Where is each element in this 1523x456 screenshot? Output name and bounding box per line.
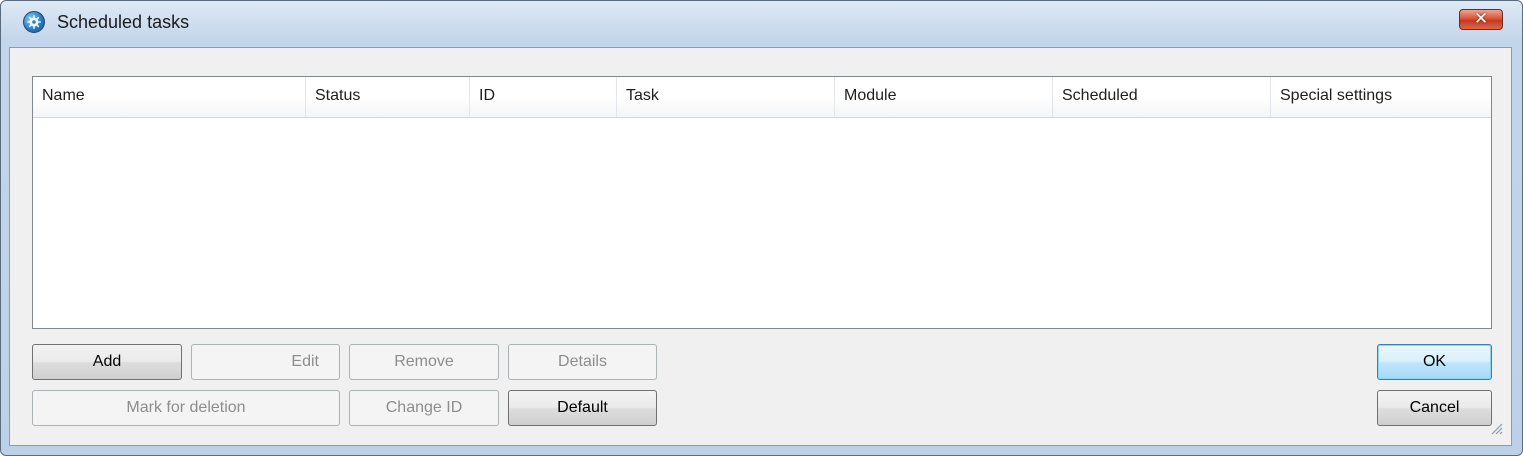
column-header-id[interactable]: ID bbox=[470, 77, 617, 117]
edit-button[interactable]: Edit bbox=[191, 344, 340, 380]
change-id-button[interactable]: Change ID bbox=[349, 390, 499, 426]
resize-grip-icon[interactable] bbox=[1489, 421, 1503, 435]
list-header: Name Status ID Task Module Scheduled Spe… bbox=[33, 77, 1491, 118]
close-button[interactable]: ✕ bbox=[1459, 9, 1503, 30]
column-header-task[interactable]: Task bbox=[617, 77, 835, 117]
gear-icon bbox=[23, 11, 45, 33]
dialog-body: Name Status ID Task Module Scheduled Spe… bbox=[9, 47, 1512, 446]
mark-for-deletion-button[interactable]: Mark for deletion bbox=[32, 390, 340, 426]
remove-button[interactable]: Remove bbox=[349, 344, 499, 380]
column-header-scheduled[interactable]: Scheduled bbox=[1053, 77, 1271, 117]
default-button[interactable]: Default bbox=[508, 390, 657, 426]
cancel-button[interactable]: Cancel bbox=[1377, 390, 1492, 426]
title-bar[interactable]: Scheduled tasks ✕ bbox=[1, 1, 1522, 47]
ok-button[interactable]: OK bbox=[1377, 344, 1492, 380]
column-header-status[interactable]: Status bbox=[306, 77, 470, 117]
details-button[interactable]: Details bbox=[508, 344, 657, 380]
column-header-module[interactable]: Module bbox=[835, 77, 1053, 117]
tasks-list[interactable]: Name Status ID Task Module Scheduled Spe… bbox=[32, 76, 1492, 329]
scheduled-tasks-window: Scheduled tasks ✕ Name Status ID Task Mo… bbox=[0, 0, 1523, 456]
column-header-name[interactable]: Name bbox=[33, 77, 306, 117]
window-title: Scheduled tasks bbox=[57, 12, 190, 32]
column-header-special-settings[interactable]: Special settings bbox=[1271, 77, 1491, 117]
add-button[interactable]: Add bbox=[32, 344, 182, 380]
close-icon: ✕ bbox=[1473, 9, 1489, 29]
